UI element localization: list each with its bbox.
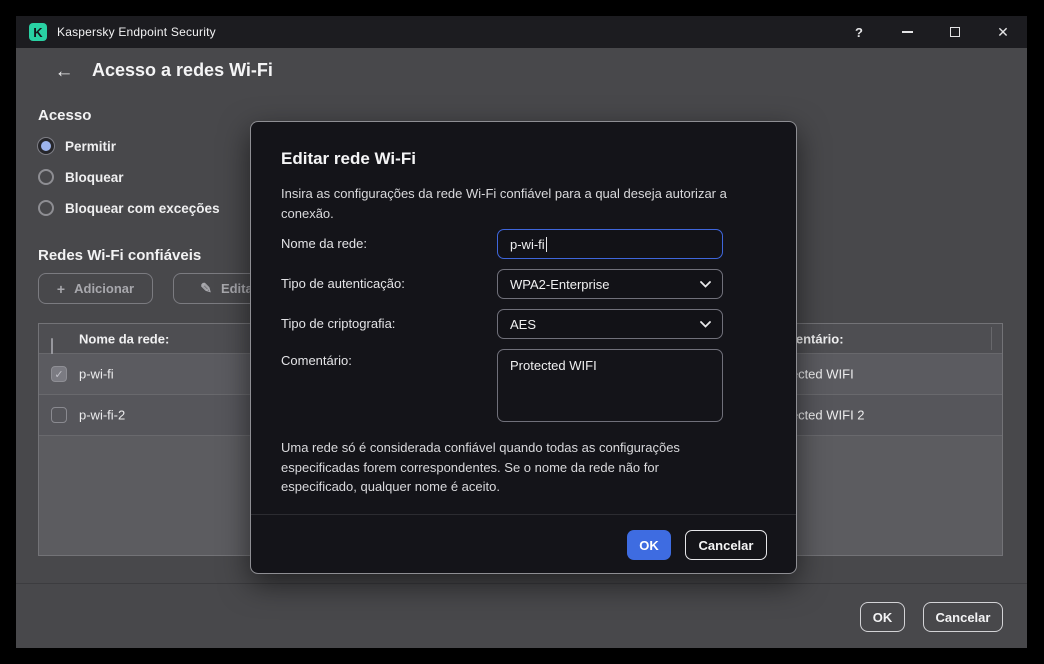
pencil-icon: ✎: [200, 280, 212, 297]
encryption-type-value: AES: [510, 317, 536, 332]
auth-type-value: WPA2-Enterprise: [510, 277, 609, 292]
close-button[interactable]: ✕: [979, 16, 1027, 48]
network-name: p-wi-fi: [79, 367, 114, 382]
radio-option-permitir[interactable]: Permitir: [38, 136, 116, 156]
dialog-note: Uma rede só é considerada confiável quan…: [281, 438, 711, 497]
minimize-icon: [902, 31, 913, 33]
access-heading: Acesso: [38, 107, 91, 124]
dialog-description: Insira as configurações da rede Wi-Fi co…: [281, 184, 781, 223]
radio-unselected-icon[interactable]: [38, 200, 54, 216]
minimize-button[interactable]: [883, 16, 931, 48]
row-checkbox-checked[interactable]: ✓: [51, 366, 67, 382]
network-name-label: Nome da rede:: [281, 236, 367, 251]
dialog-title: Editar rede Wi-Fi: [281, 149, 416, 169]
back-arrow-icon: ←: [55, 61, 74, 83]
cancel-button[interactable]: Cancelar: [923, 602, 1003, 632]
text-caret: [546, 237, 547, 252]
select-all-checkbox[interactable]: [51, 338, 53, 355]
row-checkbox-unchecked[interactable]: [51, 407, 67, 423]
close-icon: ✕: [997, 24, 1009, 41]
app-title: Kaspersky Endpoint Security: [57, 16, 216, 48]
screen: K Kaspersky Endpoint Security ? ✕ ← Aces: [0, 0, 1044, 664]
encryption-type-label: Tipo de criptografia:: [281, 316, 395, 331]
window-footer: OK Cancelar: [16, 583, 1027, 648]
maximize-icon: [950, 27, 960, 37]
radio-selected-icon[interactable]: [38, 138, 54, 154]
dialog-cancel-button[interactable]: Cancelar: [685, 530, 767, 560]
column-header-name: Nome da rede:: [79, 331, 169, 346]
radio-option-bloquear[interactable]: Bloquear: [38, 167, 124, 187]
auth-type-label: Tipo de autenticação:: [281, 276, 405, 291]
maximize-button[interactable]: [931, 16, 979, 48]
dialog-footer: OK Cancelar: [251, 514, 796, 573]
radio-label: Permitir: [65, 139, 116, 154]
radio-option-bloquear-excecoes[interactable]: Bloquear com exceções: [38, 198, 220, 218]
auth-type-select[interactable]: WPA2-Enterprise: [497, 269, 723, 299]
comment-value: Protected WIFI: [510, 358, 597, 373]
kaspersky-logo-icon: K: [29, 23, 47, 41]
add-button-label: Adicionar: [74, 281, 134, 296]
plus-icon: +: [57, 281, 65, 297]
radio-unselected-icon[interactable]: [38, 169, 54, 185]
encryption-type-select[interactable]: AES: [497, 309, 723, 339]
window-controls: ? ✕: [835, 16, 1027, 48]
network-name: p-wi-fi-2: [79, 408, 125, 423]
network-name-value: p-wi-fi: [510, 237, 545, 252]
trusted-networks-heading: Redes Wi-Fi confiáveis: [38, 247, 201, 264]
title-bar: K Kaspersky Endpoint Security ? ✕: [16, 16, 1027, 48]
ok-button[interactable]: OK: [860, 602, 905, 632]
chevron-down-icon: [700, 281, 711, 288]
network-name-input[interactable]: p-wi-fi: [497, 229, 723, 259]
check-icon: ✓: [54, 368, 63, 381]
back-button[interactable]: ←: [52, 60, 76, 84]
comment-label: Comentário:: [281, 353, 352, 368]
radio-label: Bloquear: [65, 170, 124, 185]
page-title: Acesso a redes Wi-Fi: [92, 60, 273, 81]
radio-label: Bloquear com exceções: [65, 201, 220, 216]
comment-textarea[interactable]: Protected WIFI: [497, 349, 723, 422]
edit-wifi-dialog: Editar rede Wi-Fi Insira as configuraçõe…: [250, 121, 797, 574]
dialog-ok-button[interactable]: OK: [627, 530, 671, 560]
add-network-button[interactable]: + Adicionar: [38, 273, 153, 304]
help-button[interactable]: ?: [835, 16, 883, 48]
help-icon: ?: [855, 25, 863, 40]
column-divider: [991, 327, 992, 350]
chevron-down-icon: [700, 321, 711, 328]
